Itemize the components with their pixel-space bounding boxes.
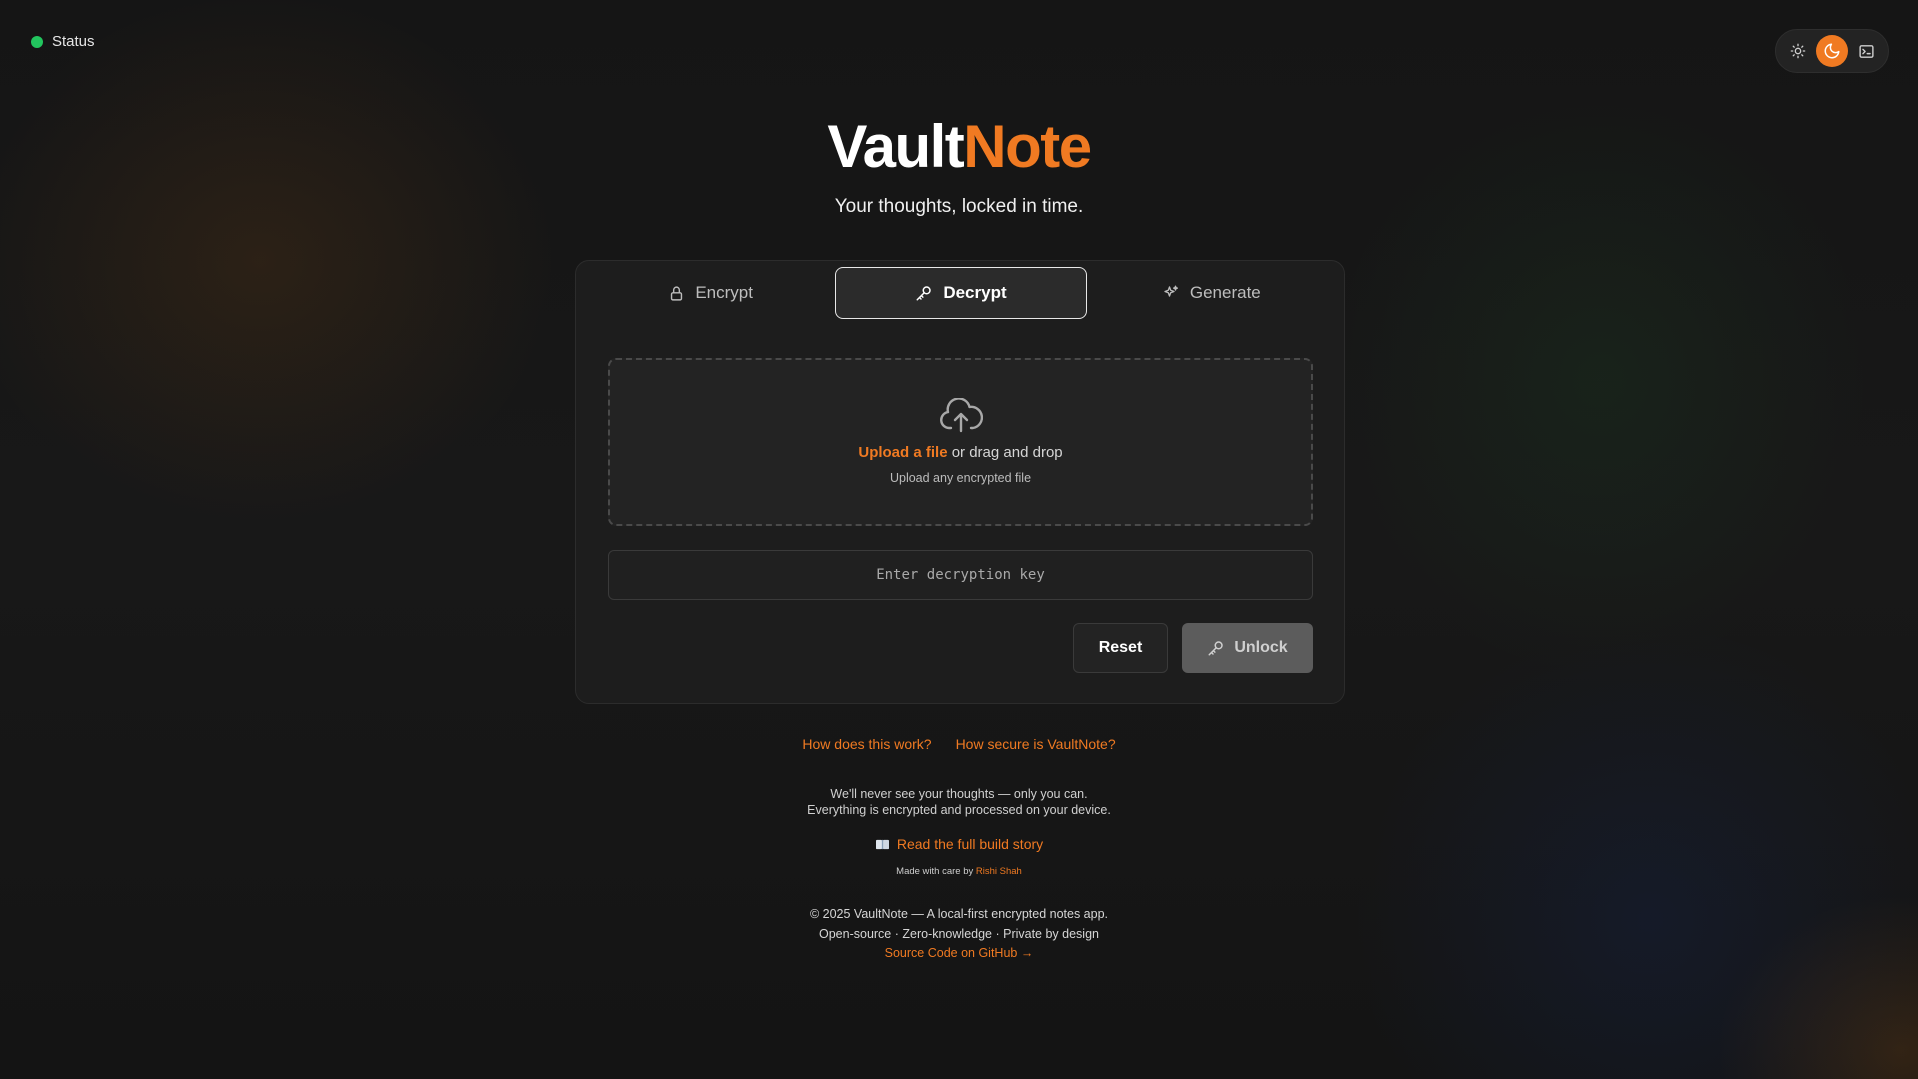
theme-dark-button[interactable] — [1816, 35, 1848, 67]
key-icon — [1208, 641, 1224, 656]
terminal-icon — [1858, 44, 1874, 58]
tab-generate-label: Generate — [1189, 283, 1261, 302]
unlock-label: Unlock — [1234, 639, 1288, 656]
main-card: Encrypt Decrypt Generate Upload a file o… — [575, 260, 1345, 704]
upload-prompt-rest: or drag and drop — [947, 444, 1063, 461]
key-icon — [916, 286, 932, 301]
tab-decrypt[interactable]: Decrypt — [835, 267, 1087, 319]
tagline: Your thoughts, locked in time. — [834, 196, 1084, 217]
tab-encrypt-label: Encrypt — [695, 283, 753, 302]
github-source-link[interactable]: Source Code on GitHub → — [0, 946, 1918, 960]
reset-button[interactable]: Reset — [1073, 623, 1168, 673]
tab-encrypt[interactable]: Encrypt — [586, 267, 835, 319]
made-with-prefix: Made with care by — [896, 866, 976, 877]
upload-hint: Upload any encrypted file — [889, 471, 1032, 485]
theme-switcher — [1775, 29, 1889, 73]
tab-generate[interactable]: Generate — [1087, 267, 1336, 319]
status-dot — [31, 35, 43, 48]
help-links: How does this work? How secure is VaultN… — [0, 736, 1918, 752]
title-part-2: Note — [963, 113, 1092, 180]
how-it-works-link[interactable]: How does this work? — [802, 736, 931, 752]
title-part-1: Vault — [827, 113, 964, 180]
theme-light-button[interactable] — [1782, 35, 1814, 67]
how-secure-link[interactable]: How secure is VaultNote? — [956, 736, 1116, 752]
privacy-note-line1: We'll never see your thoughts — only you… — [830, 787, 1088, 801]
made-with-care: Made with care by Rishi Shah — [0, 866, 1918, 877]
sparkles-icon — [1164, 285, 1178, 297]
footer-copyright: © 2025 VaultNote — A local-first encrypt… — [809, 907, 1109, 921]
footer-tags: Open-source · Zero-knowledge · Private b… — [819, 927, 1099, 941]
privacy-note-line2: Everything is encrypted and processed on… — [807, 803, 1111, 817]
build-story-link[interactable]: Read the full build story — [0, 836, 1918, 852]
sun-icon — [1790, 43, 1806, 59]
book-icon — [875, 839, 889, 849]
file-dropzone[interactable]: Upload a file or drag and drop Upload an… — [608, 358, 1313, 526]
author-link[interactable]: Rishi Shah — [976, 866, 1022, 877]
lock-icon — [671, 285, 683, 301]
cloud-upload-icon — [939, 398, 983, 433]
moon-icon — [1824, 43, 1840, 59]
upload-file-link[interactable]: Upload a file — [858, 444, 947, 461]
decryption-key-input[interactable] — [608, 550, 1313, 600]
mode-tabs: Encrypt Decrypt Generate — [586, 267, 1336, 319]
tab-decrypt-label: Decrypt — [943, 283, 1007, 302]
status-label: Status — [52, 33, 95, 50]
unlock-button[interactable]: Unlock — [1182, 623, 1313, 673]
upload-prompt: Upload a file or drag and drop — [858, 444, 1062, 461]
app-title: VaultNote — [0, 112, 1918, 181]
theme-terminal-button[interactable] — [1850, 35, 1882, 67]
build-story-label: Read the full build story — [896, 836, 1044, 852]
status-indicator[interactable]: Status — [31, 33, 95, 50]
